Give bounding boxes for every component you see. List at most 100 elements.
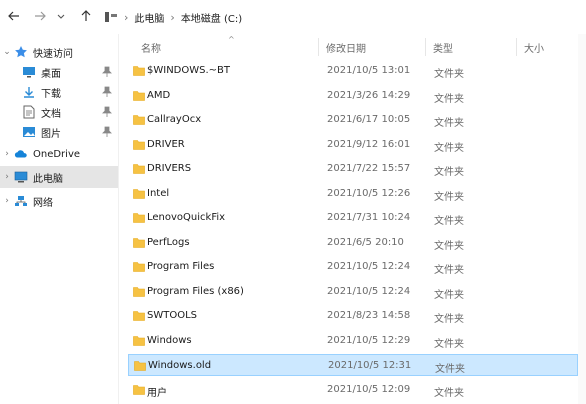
chevron-right-icon[interactable]: › xyxy=(0,196,14,206)
file-list: $WINDOWS.~BT 2021/10/5 13:01 文件夹 AMD 202… xyxy=(128,58,586,404)
pin-icon[interactable] xyxy=(102,126,112,138)
network-icon xyxy=(14,194,28,208)
folder-icon xyxy=(133,91,145,101)
file-modified: 2021/10/5 13:01 xyxy=(327,65,411,76)
file-name: Program Files xyxy=(147,261,215,272)
file-name: DRIVER xyxy=(147,139,185,150)
chevron-down-icon xyxy=(57,14,65,19)
picture-icon xyxy=(22,125,36,139)
sidebar-item-label: 文档 xyxy=(41,108,61,120)
breadcrumb-item-this-pc[interactable]: 此电脑 xyxy=(134,10,164,25)
arrow-right-icon xyxy=(35,11,46,21)
computer-icon xyxy=(14,170,28,184)
forward-button[interactable] xyxy=(30,6,50,26)
sidebar-item-pictures[interactable]: 图片 xyxy=(0,121,118,143)
file-type: 文件夹 xyxy=(434,192,464,203)
sidebar-item-label: 网络 xyxy=(33,197,53,209)
file-modified: 2021/10/5 12:09 xyxy=(327,384,411,395)
file-modified: 2021/7/22 15:57 xyxy=(327,163,411,174)
sidebar-item-desktop[interactable]: 桌面 xyxy=(0,61,118,83)
folder-icon xyxy=(133,66,145,76)
folder-icon xyxy=(133,213,145,223)
file-row[interactable]: $WINDOWS.~BT 2021/10/5 13:01 文件夹 xyxy=(128,60,578,82)
file-row-selected[interactable]: Windows.old 2021/10/5 12:31 文件夹 xyxy=(128,354,578,376)
file-type: 文件夹 xyxy=(434,314,464,325)
file-row[interactable]: Windows 2021/10/5 12:29 文件夹 xyxy=(128,330,578,352)
vertical-scrollbar[interactable] xyxy=(578,34,586,404)
chevron-right-icon[interactable]: › xyxy=(0,172,14,182)
file-row[interactable]: SWTOOLS 2021/8/23 14:58 文件夹 xyxy=(128,305,578,327)
file-modified: 2021/10/5 12:24 xyxy=(327,261,411,272)
file-row[interactable]: Intel 2021/10/5 12:26 文件夹 xyxy=(128,183,578,205)
computer-small-icon xyxy=(105,12,117,22)
column-header-size[interactable]: 大小 xyxy=(524,40,544,55)
file-modified: 2021/6/5 20:10 xyxy=(327,237,404,248)
file-row[interactable]: CallrayOcx 2021/6/17 10:05 文件夹 xyxy=(128,109,578,131)
download-icon xyxy=(22,85,36,99)
file-row[interactable]: AMD 2021/3/26 14:29 文件夹 xyxy=(128,85,578,107)
arrow-left-icon xyxy=(8,11,19,21)
chevron-down-icon[interactable]: ⌄ xyxy=(0,47,14,57)
file-name: Intel xyxy=(147,188,170,199)
file-row[interactable]: 用户 2021/10/5 12:09 文件夹 xyxy=(128,379,578,401)
folder-icon xyxy=(133,189,145,199)
file-modified: 2021/10/5 12:31 xyxy=(328,360,412,371)
file-modified: 2021/3/26 14:29 xyxy=(327,90,411,101)
file-modified: 2021/7/31 10:24 xyxy=(327,212,411,223)
column-header-modified[interactable]: 修改日期 xyxy=(326,40,366,55)
pane-divider[interactable] xyxy=(118,34,119,404)
sidebar-item-onedrive[interactable]: › OneDrive xyxy=(0,143,118,165)
sidebar-item-quick-access[interactable]: ⌄ 快速访问 xyxy=(0,41,118,63)
file-name: SWTOOLS xyxy=(147,310,198,321)
breadcrumb: › 此电脑 › 本地磁盘 (C:) xyxy=(104,6,242,28)
folder-icon xyxy=(133,238,145,248)
file-type: 文件夹 xyxy=(435,364,465,375)
chevron-right-icon[interactable]: › xyxy=(0,149,14,159)
up-button[interactable] xyxy=(76,6,96,26)
file-name: CallrayOcx xyxy=(147,114,202,125)
file-row[interactable]: LenovoQuickFix 2021/7/31 10:24 文件夹 xyxy=(128,207,578,229)
file-row[interactable]: Program Files (x86) 2021/10/5 12:24 文件夹 xyxy=(128,281,578,303)
folder-icon xyxy=(133,115,145,125)
file-row[interactable]: DRIVER 2021/9/12 16:01 文件夹 xyxy=(128,134,578,156)
sidebar-item-label: 快速访问 xyxy=(33,48,73,60)
file-name: PerfLogs xyxy=(147,237,190,248)
sidebar-item-network[interactable]: › 网络 xyxy=(0,190,118,212)
folder-icon xyxy=(133,262,145,272)
file-name: Windows xyxy=(147,335,192,346)
column-header-name[interactable]: 名称 xyxy=(141,40,161,55)
column-header-type[interactable]: 类型 xyxy=(433,40,453,55)
file-modified: 2021/10/5 12:29 xyxy=(327,335,411,346)
file-row[interactable]: PerfLogs 2021/6/5 20:10 文件夹 xyxy=(128,232,578,254)
sidebar-item-documents[interactable]: 文档 xyxy=(0,101,118,123)
sidebar-item-label: 下载 xyxy=(41,88,61,100)
recent-locations-button[interactable] xyxy=(54,6,68,26)
pin-icon[interactable] xyxy=(102,86,112,98)
file-name: Windows.old xyxy=(148,360,212,371)
file-type: 文件夹 xyxy=(434,143,464,154)
file-row[interactable]: Program Files 2021/10/5 12:24 文件夹 xyxy=(128,256,578,278)
sidebar-item-label: 桌面 xyxy=(41,68,61,80)
file-modified: 2021/10/5 12:24 xyxy=(327,286,411,297)
file-modified: 2021/10/5 12:26 xyxy=(327,188,411,199)
file-name: LenovoQuickFix xyxy=(147,212,226,223)
file-name: $WINDOWS.~BT xyxy=(147,65,231,76)
desktop-icon xyxy=(22,65,36,79)
column-resize-handle[interactable] xyxy=(516,38,517,56)
folder-icon xyxy=(133,385,145,395)
folder-icon xyxy=(133,336,145,346)
navigation-pane: ⌄ 快速访问 桌面 下载 文档 图片 › OneDrive › 此电脑 › 网络 xyxy=(0,34,118,404)
breadcrumb-item-local-disk[interactable]: 本地磁盘 (C:) xyxy=(181,10,242,25)
column-resize-handle[interactable] xyxy=(318,38,319,56)
arrow-up-icon xyxy=(81,10,91,21)
file-type: 文件夹 xyxy=(434,265,464,276)
file-type: 文件夹 xyxy=(434,118,464,129)
file-name: AMD xyxy=(147,90,171,101)
pin-icon[interactable] xyxy=(102,66,112,78)
file-row[interactable]: DRIVERS 2021/7/22 15:57 文件夹 xyxy=(128,158,578,180)
sidebar-item-downloads[interactable]: 下载 xyxy=(0,81,118,103)
pin-icon[interactable] xyxy=(102,106,112,118)
back-button[interactable] xyxy=(4,6,24,26)
sidebar-item-this-pc[interactable]: › 此电脑 xyxy=(0,166,118,188)
column-resize-handle[interactable] xyxy=(425,38,426,56)
